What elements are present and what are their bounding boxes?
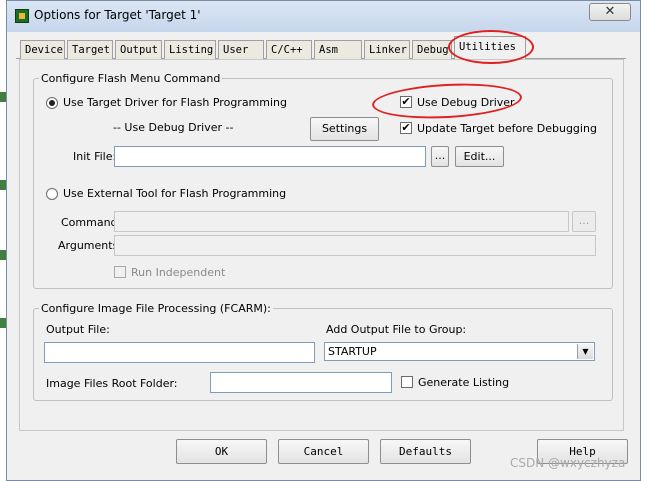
- tab-debug[interactable]: Debug: [412, 40, 452, 60]
- root-folder-input[interactable]: [210, 372, 392, 393]
- cancel-button[interactable]: Cancel: [278, 439, 369, 464]
- init-file-label: Init File:: [73, 150, 117, 163]
- generate-listing-label: Generate Listing: [418, 376, 510, 389]
- ok-button[interactable]: OK: [176, 439, 267, 464]
- watermark: CSDN @wxyczhyza: [510, 456, 626, 470]
- command-browse-button[interactable]: ...: [572, 211, 596, 232]
- run-independent-label: Run Independent: [131, 266, 226, 279]
- use-target-driver-radio[interactable]: [46, 97, 58, 109]
- settings-button[interactable]: Settings: [310, 117, 379, 141]
- annotation-circle-utilities-tab: [448, 30, 534, 64]
- group-select[interactable]: STARTUP ▼: [324, 342, 595, 361]
- defaults-button[interactable]: Defaults: [380, 439, 471, 464]
- root-folder-label: Image Files Root Folder:: [46, 377, 178, 390]
- update-target-label: Update Target before Debugging: [417, 122, 597, 135]
- add-output-group-label: Add Output File to Group:: [326, 323, 467, 336]
- tab-linker[interactable]: Linker: [364, 40, 410, 60]
- arguments-label: Arguments:: [58, 239, 123, 252]
- use-target-driver-label: Use Target Driver for Flash Programming: [63, 96, 288, 109]
- tab-listing[interactable]: Listing: [164, 40, 216, 60]
- use-external-tool-label: Use External Tool for Flash Programming: [63, 187, 287, 200]
- tab-c-cpp[interactable]: C/C++: [266, 40, 312, 60]
- generate-listing-checkbox[interactable]: [401, 376, 413, 388]
- init-file-input[interactable]: [114, 146, 426, 167]
- tab-output[interactable]: Output: [115, 40, 162, 60]
- output-file-input[interactable]: [44, 342, 315, 363]
- command-label: Command:: [61, 216, 122, 229]
- update-target-checkbox[interactable]: ✔: [400, 122, 412, 134]
- close-button[interactable]: ✕: [589, 3, 631, 21]
- run-independent-checkbox[interactable]: [114, 266, 126, 278]
- chevron-down-icon[interactable]: ▼: [577, 344, 593, 359]
- arguments-input[interactable]: [114, 235, 596, 256]
- edit-button[interactable]: Edit...: [455, 146, 504, 167]
- flash-driver-name: -- Use Debug Driver --: [113, 121, 234, 134]
- output-file-label: Output File:: [46, 323, 110, 336]
- window-title: Options for Target 'Target 1': [34, 8, 201, 22]
- flash-group-legend: Configure Flash Menu Command: [39, 72, 223, 85]
- app-icon: [15, 9, 29, 23]
- command-input[interactable]: [114, 211, 569, 232]
- image-group-legend: Configure Image File Processing (FCARM):: [39, 302, 273, 315]
- flash-menu-group: [33, 78, 613, 289]
- use-external-tool-radio[interactable]: [46, 188, 58, 200]
- init-file-browse-button[interactable]: ...: [431, 146, 449, 167]
- tab-device[interactable]: Device: [20, 40, 65, 60]
- group-select-value: STARTUP: [328, 345, 377, 358]
- tab-target[interactable]: Target: [67, 40, 113, 60]
- tab-user[interactable]: User: [218, 40, 264, 60]
- tab-asm[interactable]: Asm: [314, 40, 362, 60]
